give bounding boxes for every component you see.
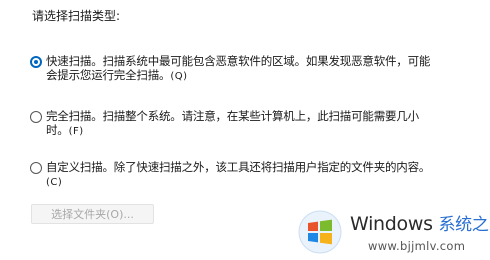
custom-scan-hotkey: (C) xyxy=(46,177,63,188)
quick-scan-radio[interactable] xyxy=(30,56,42,68)
watermark-brand: Windows xyxy=(350,213,433,235)
full-scan-label-line2: 时。 xyxy=(46,123,69,137)
custom-scan-label[interactable]: 自定义扫描。除了快速扫描之外，该工具还将扫描用户指定的文件夹的内容。 (C) xyxy=(46,160,468,190)
scan-type-prompt: 请选择扫描类型: xyxy=(32,9,121,23)
windows-logo-icon xyxy=(298,210,342,254)
quick-scan-label-line2: 会提示您运行完全扫描。 xyxy=(46,68,171,82)
quick-scan-hotkey: (Q) xyxy=(170,71,188,82)
custom-scan-radio[interactable] xyxy=(30,162,42,174)
custom-scan-label-line1: 自定义扫描。除了快速扫描之外，该工具还将扫描用户指定的文件夹的内容。 xyxy=(46,160,431,174)
quick-scan-label[interactable]: 快速扫描。扫描系统中最可能包含恶意软件的区域。如果发现恶意软件，可能 会提示您运… xyxy=(46,54,468,84)
site-watermark: Windows 系统之家 www.bjjmlv.com xyxy=(298,206,490,258)
full-scan-label[interactable]: 完全扫描。扫描整个系统。请注意，在某些计算机上，此扫描可能需要几小 时。(F) xyxy=(46,109,468,139)
full-scan-radio[interactable] xyxy=(30,111,42,123)
watermark-brand-cn: 系统之家 xyxy=(438,215,490,235)
full-scan-hotkey: (F) xyxy=(68,126,84,137)
quick-scan-label-line1: 快速扫描。扫描系统中最可能包含恶意软件的区域。如果发现恶意软件，可能 xyxy=(46,54,431,68)
watermark-url: www.bjjmlv.com xyxy=(368,239,466,253)
watermark-title: Windows 系统之家 xyxy=(350,213,490,236)
full-scan-label-line1: 完全扫描。扫描整个系统。请注意，在某些计算机上，此扫描可能需要几小 xyxy=(46,109,419,123)
choose-folder-button[interactable]: 选择文件夹(O)... xyxy=(31,204,154,224)
